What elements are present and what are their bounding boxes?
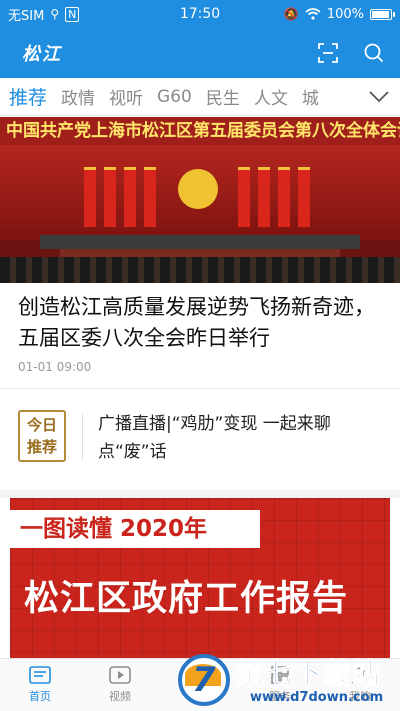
red-flag [144,167,156,227]
scan-icon[interactable] [318,43,338,63]
report-tag: 一图读懂 2020年 [10,510,260,548]
divider [0,388,400,389]
red-flag [84,167,96,227]
nav-home[interactable]: 首页 [0,659,80,711]
status-left: 无SIM ⚲ N [8,5,80,24]
watermark-url: www.d7down.com [250,690,384,705]
nav-video[interactable]: 视频 [80,659,160,711]
play-icon [109,666,131,684]
app-logo[interactable]: 松江 [22,40,62,66]
divider [82,414,83,460]
today-recommend-link[interactable]: 广播直播|“鸡肋”变现 一起来聊点“废”话 [98,410,378,466]
badge-line-2: 推荐 [26,438,57,456]
red-flag [278,167,290,227]
app-header: 松江 [0,28,400,78]
watermark-logo-glyph: 7 [192,660,216,700]
app-notification-icon: N [65,6,80,22]
hero-banner-text: 中国共产党上海市松江区第五届委员会第八次全体会议 [0,117,400,145]
battery-icon [370,8,395,20]
tabs-expand-button[interactable] [358,78,400,115]
headline-time: 01-01 09:00 [18,360,92,374]
chevron-down-icon [369,90,389,102]
tab-city[interactable]: 城 [302,84,319,109]
nav-video-label: 视频 [109,690,131,703]
hero-image[interactable]: 中国共产党上海市松江区第五届委员会第八次全体会议 [0,117,400,283]
section-divider [0,490,400,498]
app-top-bar: 无SIM ⚲ N 17:50 🔕 100% 松江 [0,0,400,78]
report-banner[interactable]: 一图读懂 2020年 松江区政府工作报告 [10,498,390,658]
red-flag [258,167,270,227]
battery-percent: 100% [326,6,364,22]
wifi-icon [305,8,321,20]
audience [0,257,400,283]
tab-g60[interactable]: G60 [157,87,192,107]
today-recommend-badge: 今日 推荐 [18,410,66,462]
rostrum [40,235,360,249]
search-icon[interactable] [364,43,384,63]
headline-title[interactable]: 创造松江高质量发展逆势飞扬新奇迹，五届区委八次全会昨日举行 [18,292,388,354]
tab-recommend[interactable]: 推荐 [9,83,47,110]
mute-icon: 🔕 [283,7,299,21]
category-tabs: 推荐 政情 视听 G60 民生 人文 城 [0,78,400,116]
tab-audiovisual[interactable]: 视听 [109,84,143,109]
header-icons [318,43,384,63]
watermark-name: 第七下载站 [235,657,382,691]
tab-politics[interactable]: 政情 [61,84,95,109]
tab-culture[interactable]: 人文 [254,84,288,109]
red-flag [298,167,310,227]
red-flag [238,167,250,227]
report-title: 松江区政府工作报告 [24,579,349,619]
carrier-label: 无SIM [8,8,45,24]
nav-home-label: 首页 [29,690,51,703]
red-flag [104,167,116,227]
battery-fill [372,10,389,18]
party-emblem [178,169,218,209]
news-icon [29,666,51,684]
watermark: 7 第七下载站 www.d7down.com [178,648,398,710]
badge-line-1: 今日 [26,416,57,434]
usb-icon: ⚲ [50,7,60,21]
status-right: 🔕 100% [283,6,395,22]
tab-livelihood[interactable]: 民生 [206,84,240,109]
red-flag [124,167,136,227]
status-bar: 无SIM ⚲ N 17:50 🔕 100% [0,0,400,28]
